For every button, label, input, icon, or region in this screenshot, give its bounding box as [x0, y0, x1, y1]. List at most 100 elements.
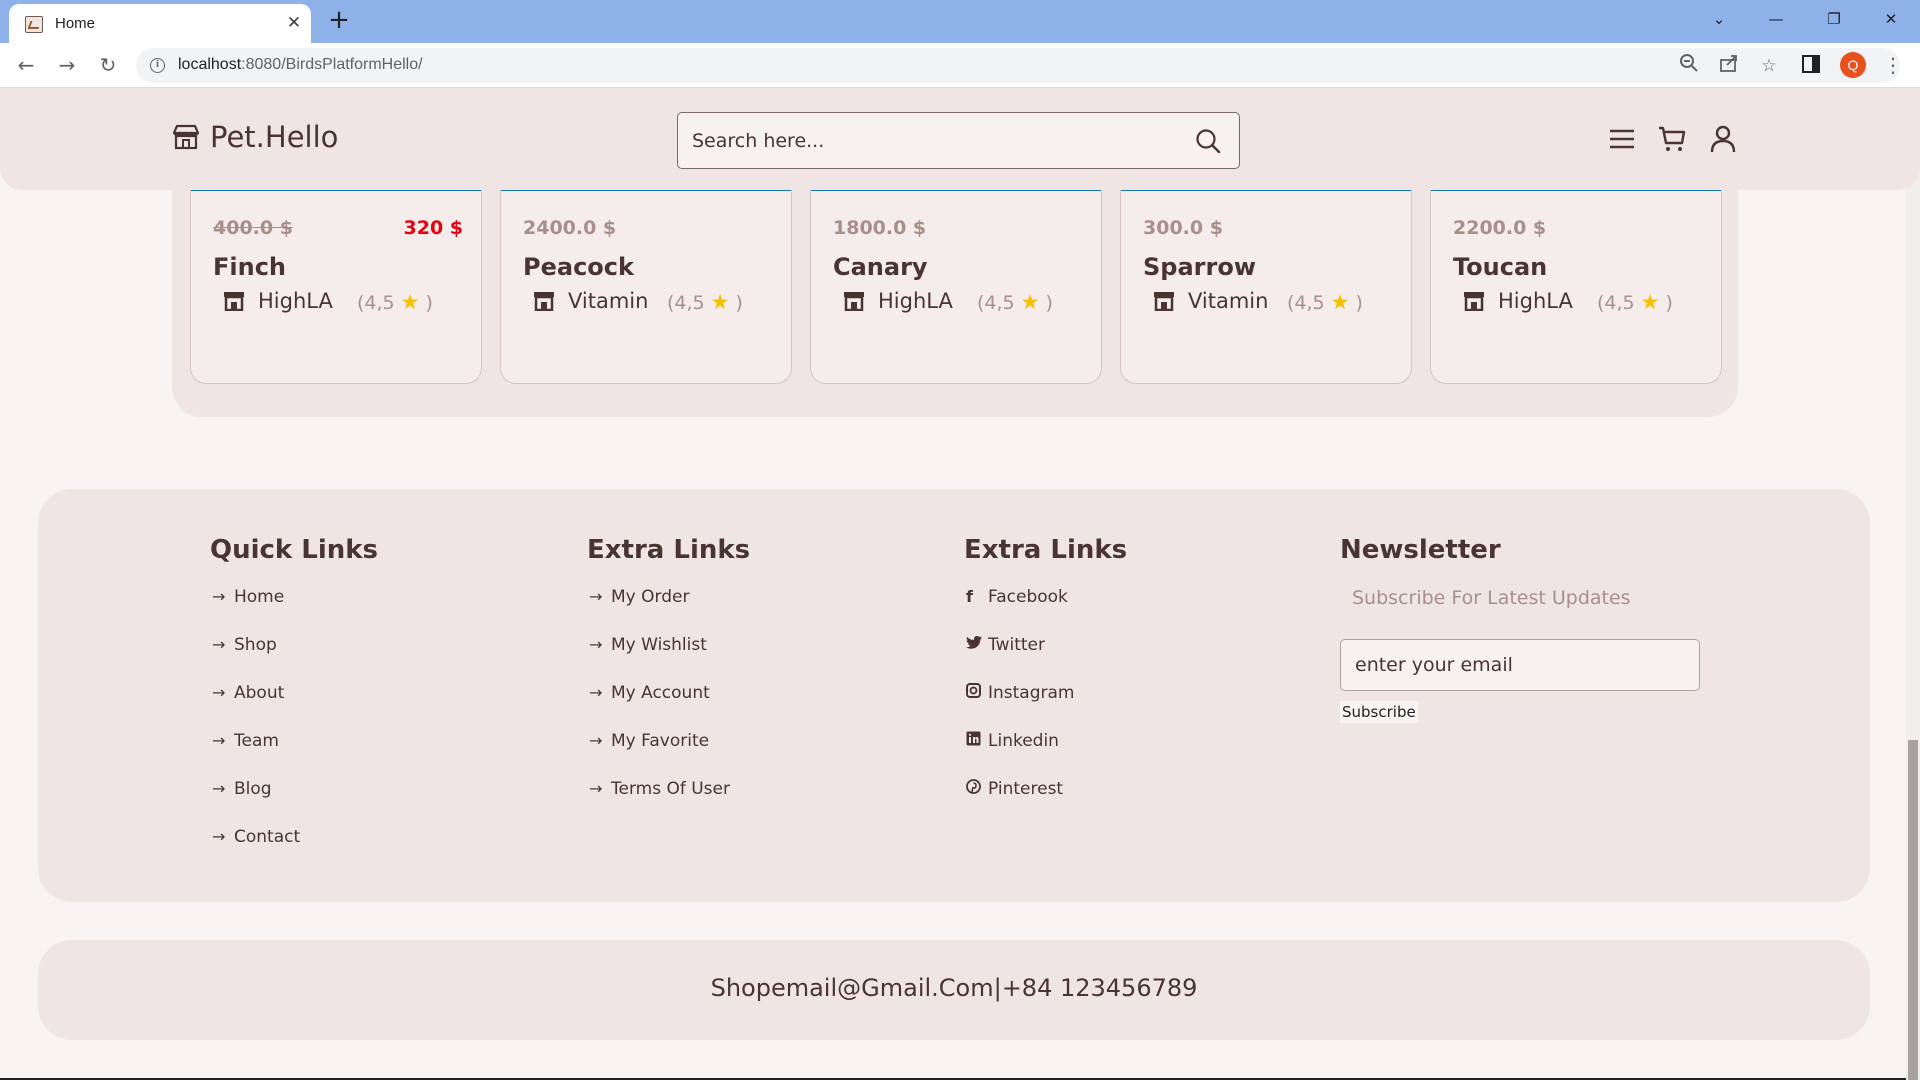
star-icon: ★ [1640, 290, 1660, 314]
footer-link-shop[interactable]: → Shop [210, 635, 540, 683]
product-name[interactable]: Finch [213, 253, 286, 281]
cart-icon[interactable] [1657, 124, 1687, 154]
rating: (4,5 ★) [977, 290, 1053, 314]
footer-link-facebook[interactable]: f Facebook [964, 587, 1294, 635]
social-links-title: Extra Links [964, 535, 1128, 565]
footer-link-about[interactable]: → About [210, 683, 540, 731]
restore-icon[interactable]: ❐ [1819, 6, 1849, 32]
footer-link-pinterest[interactable]: Pinterest [964, 779, 1294, 827]
rating-value: (4,5 [667, 292, 705, 314]
page-scrollbar[interactable] [1906, 88, 1920, 1080]
product-name[interactable]: Canary [833, 253, 928, 281]
user-icon[interactable] [1708, 124, 1738, 154]
linkedin-icon [966, 731, 988, 750]
star-icon: ★ [1330, 290, 1350, 314]
link-label: My Account [611, 683, 710, 703]
back-icon[interactable]: ← [12, 51, 40, 79]
browser-tab[interactable]: Home ✕ [9, 4, 311, 43]
zoom-icon[interactable] [1676, 53, 1702, 79]
star-icon: ★ [710, 290, 730, 314]
store-icon [172, 124, 200, 150]
footer-link-twitter[interactable]: Twitter [964, 635, 1294, 683]
url-path: :8080/BirdsPlatformHello/ [241, 56, 423, 73]
shop-name[interactable]: Vitamin [1188, 289, 1268, 313]
browser-menu-icon[interactable]: ⋮ [1880, 51, 1906, 79]
footer-link-contact[interactable]: → Contact [210, 827, 540, 875]
shop-icon [1154, 292, 1174, 311]
url-text[interactable]: localhost:8080/BirdsPlatformHello/ [178, 56, 423, 74]
menu-icon[interactable] [1607, 124, 1637, 154]
facebook-icon: f [966, 587, 973, 606]
product-name[interactable]: Peacock [523, 253, 634, 281]
forward-icon[interactable]: → [53, 51, 81, 79]
minimize-icon[interactable]: — [1761, 6, 1791, 32]
address-bar[interactable]: i localhost:8080/BirdsPlatformHello/ ☆ [136, 48, 1900, 83]
subscribe-button[interactable]: Subscribe [1340, 701, 1418, 723]
shop-name[interactable]: Vitamin [568, 289, 648, 313]
contact-info: Shopemail@Gmail.Com|+84 123456789 [710, 974, 1198, 1002]
product-name[interactable]: Toucan [1453, 253, 1547, 281]
footer-link-home[interactable]: → Home [210, 587, 540, 635]
shop-name[interactable]: HighLA [878, 289, 953, 313]
link-label: Terms Of User [611, 779, 730, 799]
footer-link-my-order[interactable]: → My Order [587, 587, 917, 635]
arrow-right-icon: → [212, 827, 226, 846]
arrow-right-icon: → [589, 779, 603, 798]
newsletter-column: Newsletter Subscribe For Latest Updates … [1340, 535, 1760, 723]
share-icon[interactable] [1716, 53, 1742, 79]
link-label: Contact [234, 827, 301, 847]
newsletter-email-input[interactable] [1340, 639, 1700, 691]
extra-links-title: Extra Links [587, 535, 751, 565]
url-host: localhost [178, 56, 242, 73]
arrow-right-icon: → [212, 731, 226, 750]
footer-link-terms[interactable]: → Terms Of User [587, 779, 917, 827]
profile-avatar[interactable]: Q [1840, 52, 1866, 78]
scrollbar-thumb[interactable] [1908, 740, 1918, 1080]
tab-search-icon[interactable]: ⌄ [1704, 6, 1734, 32]
newsletter-title: Newsletter [1340, 535, 1501, 565]
bookmark-star-icon[interactable]: ☆ [1756, 53, 1782, 79]
price: 2200.0 $ [1453, 217, 1547, 239]
sale-price: 320 $ [403, 217, 464, 239]
footer-link-my-wishlist[interactable]: → My Wishlist [587, 635, 917, 683]
arrow-right-icon: → [589, 683, 603, 702]
footer-link-my-account[interactable]: → My Account [587, 683, 917, 731]
link-label: My Wishlist [611, 635, 707, 655]
reload-icon[interactable]: ↻ [94, 51, 122, 79]
close-tab-icon[interactable]: ✕ [283, 12, 305, 34]
search-box [677, 112, 1240, 169]
close-window-icon[interactable]: ✕ [1876, 6, 1906, 32]
shop-name[interactable]: HighLA [1498, 289, 1573, 313]
price: 2400.0 $ [523, 217, 617, 239]
rating: (4,5 ★) [1287, 290, 1363, 314]
product-meta: Vitamin (4,5 ★) [533, 289, 773, 317]
rating: (4,5 ★) [667, 290, 743, 314]
search-icon[interactable] [1195, 128, 1221, 154]
product-meta: HighLA (4,5 ★) [843, 289, 1083, 317]
browser-toolbar: ← → ↻ i localhost:8080/BirdsPlatformHell… [0, 43, 1920, 88]
price-row: 300.0 $ [1143, 217, 1393, 241]
footer-link-linkedin[interactable]: Linkedin [964, 731, 1294, 779]
logo-text: Pet.Hello [210, 120, 339, 154]
product-name[interactable]: Sparrow [1143, 253, 1256, 281]
newsletter-subtitle: Subscribe For Latest Updates [1352, 587, 1631, 609]
site-info-icon[interactable]: i [150, 58, 165, 73]
product-meta: Vitamin (4,5 ★) [1153, 289, 1393, 317]
arrow-right-icon: → [212, 587, 226, 606]
side-panel-icon[interactable] [1802, 55, 1820, 73]
contact-bar: Shopemail@Gmail.Com|+84 123456789 [38, 940, 1870, 1040]
arrow-right-icon: → [212, 683, 226, 702]
extra-links-column: Extra Links → My Order → My Wishlist → My A… [587, 535, 917, 827]
footer-link-team[interactable]: → Team [210, 731, 540, 779]
footer-link-my-favorite[interactable]: → My Favorite [587, 731, 917, 779]
rating-close: ) [1355, 292, 1363, 314]
shop-name[interactable]: HighLA [258, 289, 333, 313]
search-input[interactable] [692, 128, 1172, 154]
link-label: Home [234, 587, 285, 607]
rating-close: ) [425, 292, 433, 314]
footer-link-blog[interactable]: → Blog [210, 779, 540, 827]
new-tab-button[interactable]: + [325, 6, 353, 34]
favicon-icon [25, 16, 43, 33]
footer-link-instagram[interactable]: Instagram [964, 683, 1294, 731]
twitter-icon [966, 635, 988, 654]
